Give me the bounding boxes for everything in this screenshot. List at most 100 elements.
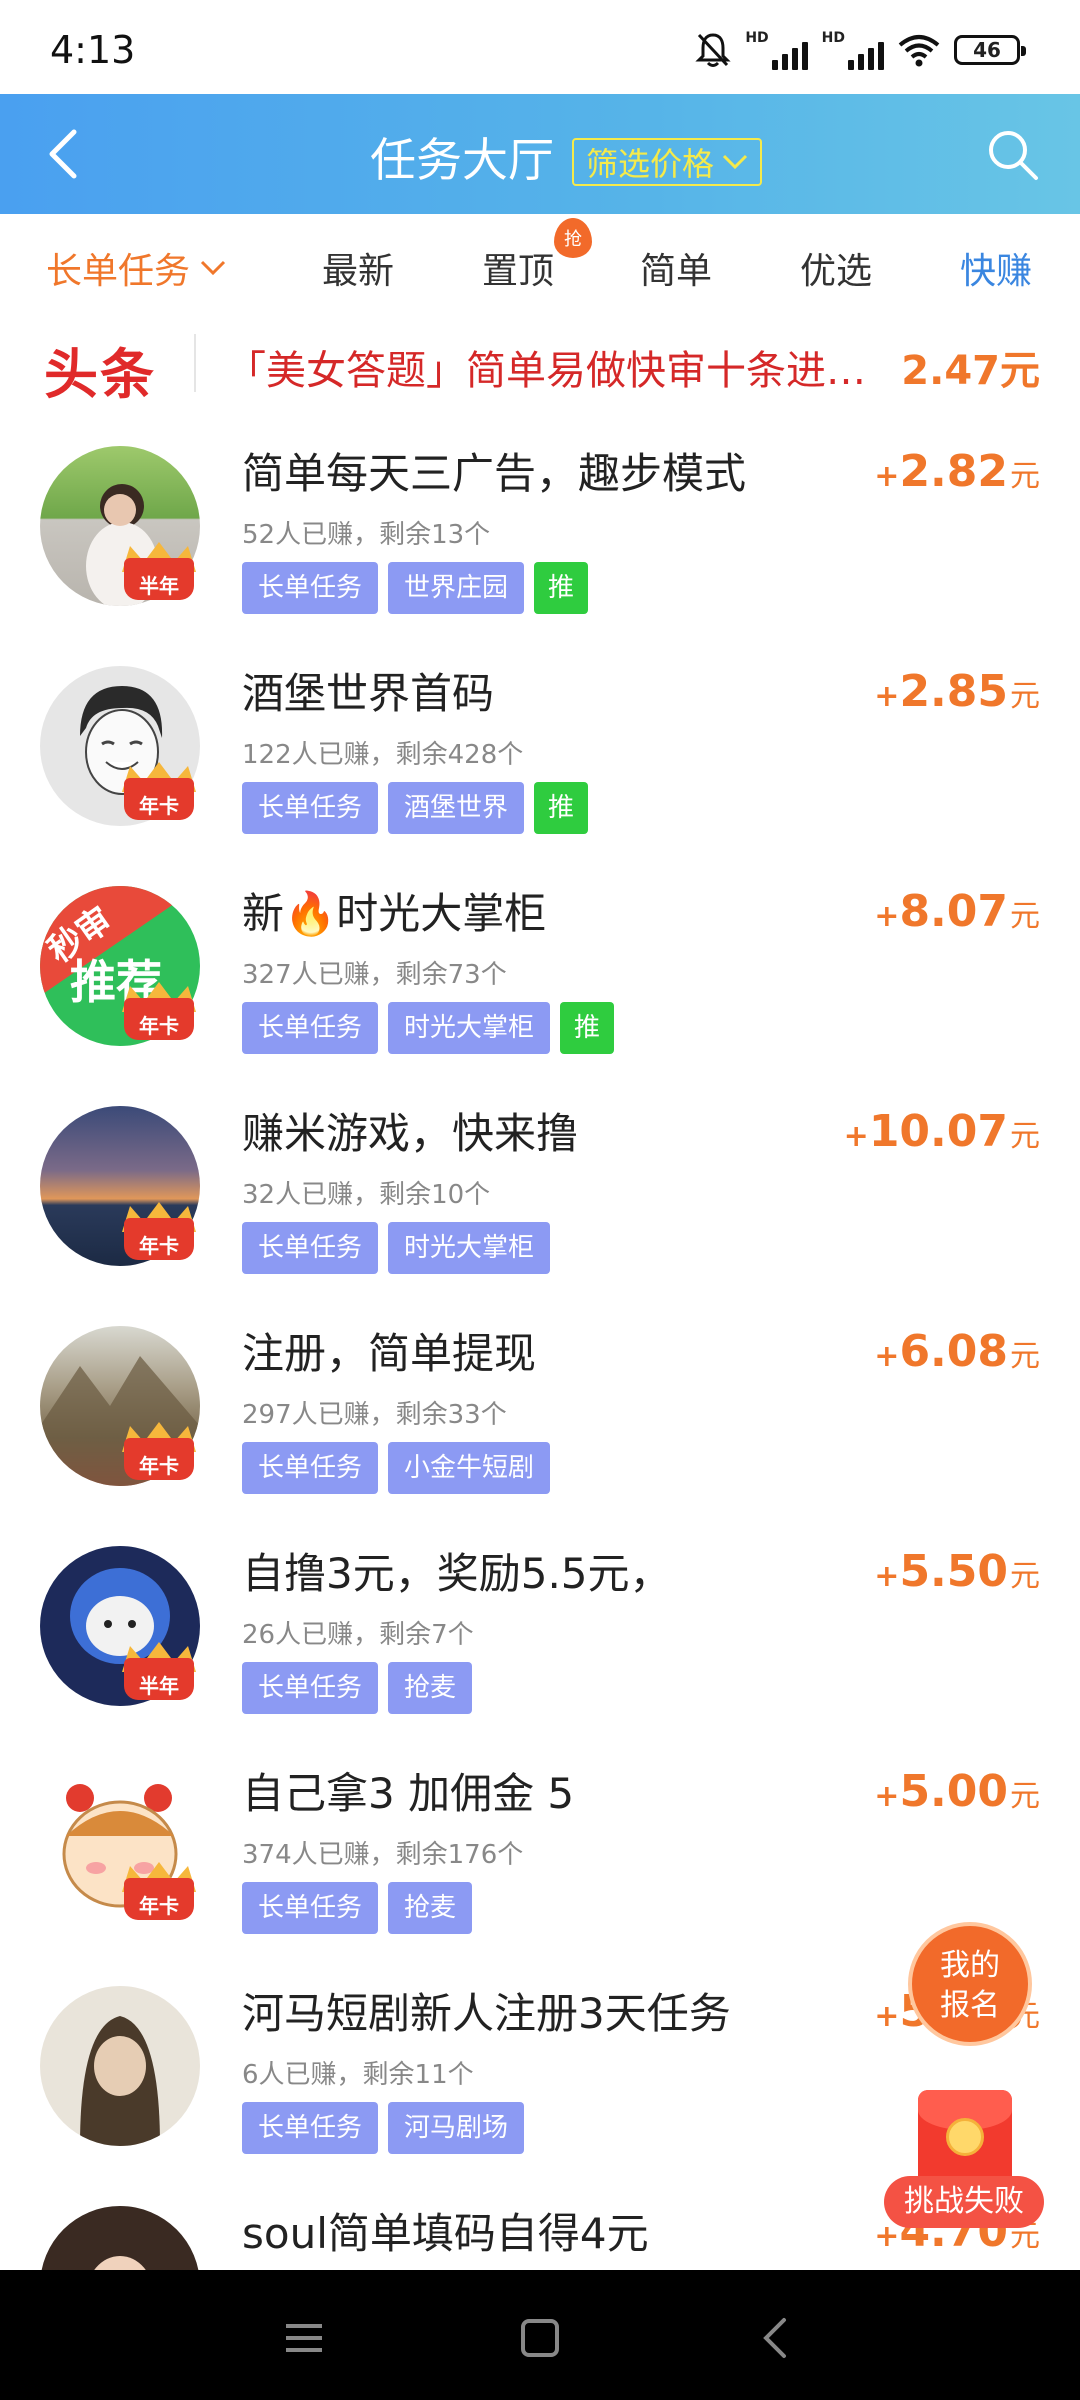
cell-signal-1-icon: HD <box>745 30 808 70</box>
crown-badge: 年卡 <box>118 758 200 832</box>
task-tags: 长单任务 时光大掌柜 <box>242 1222 551 1274</box>
challenge-red-envelope[interactable]: 挑战失败 <box>884 2090 1044 2240</box>
task-tags: 长单任务 酒堡世界 推 <box>242 782 589 834</box>
top-header: 任务大厅 筛选价格 <box>0 94 1080 214</box>
task-tag: 世界庄园 <box>388 562 525 614</box>
recommend-tag: 推 <box>534 562 589 614</box>
task-item[interactable]: 年卡 酒堡世界首码 122人已赚，剩余428个 长单任务 酒堡世界 推 +2.8… <box>0 640 1080 860</box>
task-tags: 长单任务 抢麦 <box>242 1662 473 1714</box>
menu-icon[interactable] <box>282 2316 326 2360</box>
task-meta: 122人已赚，剩余428个 <box>242 740 524 770</box>
task-tag: 抢麦 <box>388 1882 473 1934</box>
task-reward: +6.08 元 <box>874 1326 1040 1377</box>
task-reward: +5.00元 <box>874 1766 1040 1817</box>
battery-icon: 46 <box>954 35 1026 65</box>
task-item[interactable]: 半年 简单每天三广告，趣步模式 52人已赚，剩余13个 长单任务 世界庄园 推 … <box>0 420 1080 640</box>
hot-badge: 抢 <box>554 218 592 258</box>
task-title: 注册，简单提现 <box>242 1329 537 1378</box>
task-tags: 长单任务 抢麦 <box>242 1882 473 1934</box>
tab-pinned[interactable]: 置顶 <box>482 242 554 294</box>
task-tag: 时光大掌柜 <box>388 1002 551 1054</box>
task-meta: 26人已赚，剩余7个 <box>242 1620 474 1650</box>
task-title: 赚米游戏，快来撸 <box>242 1109 579 1158</box>
crown-badge: 年卡 <box>118 1858 200 1932</box>
cell-signal-2-icon: HD <box>822 30 884 70</box>
task-meta: 327人已赚，剩余73个 <box>242 960 507 990</box>
task-tag: 长单任务 <box>242 1222 379 1274</box>
task-meta: 52人已赚，剩余13个 <box>242 520 491 550</box>
tab-quick-earn[interactable]: 快赚 <box>960 242 1032 294</box>
my-signups-button[interactable]: 我的 报名 <box>908 1922 1032 2046</box>
task-tag: 长单任务 <box>242 562 379 614</box>
back-arrow-icon[interactable] <box>40 126 90 182</box>
tab-featured[interactable]: 优选 <box>800 242 872 294</box>
tab-simple[interactable]: 简单 <box>640 242 712 294</box>
task-title: 简单每天三广告，趣步模式 <box>242 449 747 498</box>
my-signups-line2: 报名 <box>940 1988 1000 2023</box>
task-tags: 长单任务 时光大掌柜 推 <box>242 1002 615 1054</box>
task-reward: +2.85 元 <box>874 666 1040 717</box>
task-tag: 长单任务 <box>242 1882 379 1934</box>
task-reward: +10.07 元 <box>843 1106 1040 1157</box>
crown-badge: 年卡 <box>118 1418 200 1492</box>
category-tabs: 长单任务 最新 置顶 简单 优选 快赚 <box>0 214 1080 314</box>
task-tag: 长单任务 <box>242 1442 379 1494</box>
page-title: 任务大厅 <box>370 133 554 187</box>
task-meta: 374人已赚，剩余176个 <box>242 1840 524 1870</box>
crown-badge: 年卡 <box>118 1198 200 1272</box>
task-tags: 长单任务 河马剧场 <box>242 2102 525 2154</box>
divider <box>194 334 196 392</box>
wifi-icon <box>898 35 940 67</box>
task-item[interactable]: 半年 自撸3元，奖励5.5元， 26人已赚，剩余7个 长单任务 抢麦 +5.50… <box>0 1520 1080 1740</box>
recommend-tag: 推 <box>534 782 589 834</box>
task-tag: 酒堡世界 <box>388 782 525 834</box>
task-tag: 长单任务 <box>242 782 379 834</box>
task-tag: 长单任务 <box>242 2102 379 2154</box>
my-signups-line1: 我的 <box>940 1948 1000 1983</box>
headline-tag: 头条 <box>44 343 156 406</box>
task-meta: 32人已赚，剩余10个 <box>242 1180 491 1210</box>
task-tags: 长单任务 世界庄园 推 <box>242 562 589 614</box>
filter-price-label: 筛选价格 <box>586 145 715 183</box>
challenge-label: 挑战失败 <box>884 2176 1044 2228</box>
filter-price-button[interactable]: 筛选价格 <box>572 138 763 186</box>
task-title: 自己拿3 加佣金 5 <box>242 1769 575 1818</box>
task-reward: +5.50 元 <box>874 1546 1040 1597</box>
task-reward: +8.07 元 <box>874 886 1040 937</box>
chevron-down-icon <box>722 154 748 170</box>
task-meta: 6人已赚，剩余11个 <box>242 2060 474 2090</box>
status-time: 4:13 <box>50 28 136 72</box>
task-title: 河马短剧新人注册3天任务 <box>242 1989 731 2038</box>
task-item[interactable]: 年卡 自己拿3 加佣金 5 374人已赚，剩余176个 长单任务 抢麦 +5.0… <box>0 1740 1080 1960</box>
task-title: 新🔥时光大掌柜 <box>242 889 547 938</box>
task-title: soul简单填码自得4元 <box>242 2209 649 2258</box>
task-tag: 长单任务 <box>242 1662 379 1714</box>
headline-banner[interactable]: 头条 「美女答题」简单易做快审十条进行快… 2.47元 <box>0 320 1080 410</box>
task-title: 酒堡世界首码 <box>242 669 495 718</box>
recommend-tag: 推 <box>560 1002 615 1054</box>
task-item[interactable]: 秒审 推荐 年卡 新🔥时光大掌柜 327人已赚，剩余73个 长单任务 时光大掌柜… <box>0 860 1080 1080</box>
search-icon[interactable] <box>986 128 1040 182</box>
task-tag: 河马剧场 <box>388 2102 525 2154</box>
task-reward: +2.82 元 <box>874 446 1040 497</box>
status-icons: HD HD 46 <box>695 30 1026 70</box>
back-icon[interactable] <box>754 2316 798 2360</box>
headline-price: 2.47元 <box>901 348 1040 394</box>
home-icon[interactable] <box>518 2316 562 2360</box>
mute-bell-icon <box>695 33 731 67</box>
task-tag: 时光大掌柜 <box>388 1222 551 1274</box>
status-bar: 4:13 HD HD 46 <box>0 0 1080 94</box>
crown-badge: 年卡 <box>118 978 200 1052</box>
tab-long-tasks[interactable]: 长单任务 <box>46 242 226 294</box>
tab-newest[interactable]: 最新 <box>322 242 394 294</box>
chevron-down-icon <box>200 260 226 276</box>
avatar <box>40 1986 200 2146</box>
task-item[interactable]: 年卡 赚米游戏，快来撸 32人已赚，剩余10个 长单任务 时光大掌柜 +10.0… <box>0 1080 1080 1300</box>
task-tags: 长单任务 小金牛短剧 <box>242 1442 551 1494</box>
task-title: 自撸3元，奖励5.5元， <box>242 1549 672 1598</box>
task-item[interactable]: 年卡 注册，简单提现 297人已赚，剩余33个 长单任务 小金牛短剧 +6.08… <box>0 1300 1080 1520</box>
crown-badge: 半年 <box>118 538 200 612</box>
headline-text: 「美女答题」简单易做快审十条进行快… <box>226 348 876 394</box>
task-tag: 长单任务 <box>242 1002 379 1054</box>
system-nav-bar <box>0 2270 1080 2400</box>
